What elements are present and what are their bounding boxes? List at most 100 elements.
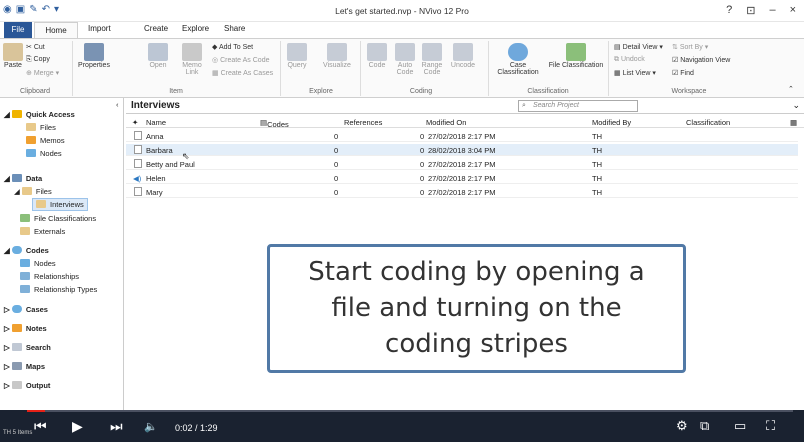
- caption-line: coding stripes: [385, 329, 568, 359]
- code-button[interactable]: Code: [366, 43, 388, 69]
- undock-button[interactable]: ⧉ Undock: [614, 56, 645, 64]
- tab-create[interactable]: Create: [144, 24, 168, 33]
- nav-quick-files[interactable]: Files: [26, 123, 56, 132]
- nav-maps[interactable]: ▷ Maps: [4, 362, 45, 371]
- file-classification-icon: [566, 43, 586, 61]
- tab-explore[interactable]: Explore: [182, 24, 209, 33]
- relationship-types-icon: [20, 285, 30, 293]
- nav-search[interactable]: ▷ Search: [4, 343, 51, 352]
- close-button[interactable]: ×: [790, 4, 796, 17]
- settings-icon[interactable]: ⚙: [676, 418, 688, 434]
- col-classification[interactable]: Classification: [686, 118, 730, 127]
- list-view-button[interactable]: ▦ List View ▾: [614, 69, 656, 77]
- next-icon[interactable]: ⏭: [110, 418, 123, 435]
- nav-codes[interactable]: ◢ Codes: [4, 246, 49, 255]
- nav-data-files[interactable]: ◢ Files: [14, 187, 52, 196]
- status-bar-text: TH 5 Items: [3, 430, 33, 436]
- col-codes[interactable]: ▤ Codes: [260, 118, 289, 129]
- uncode-icon: [453, 43, 473, 61]
- nav-cases[interactable]: ▷ Cases: [4, 305, 48, 314]
- progress-track[interactable]: [27, 410, 793, 412]
- clipboard-group-label: Clipboard: [20, 88, 50, 95]
- miniplayer-icon[interactable]: ⧉: [700, 418, 709, 434]
- nav-relationships[interactable]: Relationships: [20, 272, 79, 281]
- document-icon: [134, 187, 142, 196]
- previous-icon[interactable]: ⏮: [34, 418, 47, 435]
- codes-icon: [11, 246, 22, 254]
- nav-notes[interactable]: ▷ Notes: [4, 324, 47, 333]
- list-header: Interviews ⌕ Search Project ⌄: [126, 98, 804, 114]
- restore-ribbon-button[interactable]: ⊡: [746, 4, 755, 17]
- nav-quick-nodes[interactable]: Nodes: [26, 149, 62, 158]
- column-chooser-icon[interactable]: ▦: [790, 118, 797, 127]
- theater-mode-icon[interactable]: ▭: [734, 418, 746, 434]
- open-button[interactable]: Open: [148, 43, 168, 69]
- add-to-set-button[interactable]: ◆ Add To Set: [212, 43, 253, 51]
- item-group-label: Item: [169, 88, 183, 95]
- collapse-ribbon-icon[interactable]: ⌃: [788, 85, 794, 93]
- find-checkbox[interactable]: ☑ Find: [672, 69, 694, 77]
- auto-code-button[interactable]: Auto Code: [394, 43, 416, 76]
- progress-fill: [27, 410, 45, 412]
- navigation-view-checkbox[interactable]: ☑ Navigation View: [672, 56, 730, 64]
- col-name[interactable]: Name: [146, 118, 166, 127]
- nav-relationship-types[interactable]: Relationship Types: [20, 285, 97, 294]
- range-code-button[interactable]: Range Code: [420, 43, 444, 76]
- tab-import[interactable]: Import: [88, 24, 111, 33]
- tab-share[interactable]: Share: [224, 24, 245, 33]
- copy-button[interactable]: ⎘ Copy: [26, 56, 50, 64]
- query-button[interactable]: Query: [286, 43, 308, 69]
- nav-data[interactable]: ◢ Data: [4, 174, 42, 183]
- workspace-group-label: Workspace: [671, 88, 707, 95]
- table-row[interactable]: Barbara 0 0 28/02/2018 3:04 PM TH: [126, 144, 798, 156]
- minimize-button[interactable]: –: [769, 4, 775, 17]
- merge-button[interactable]: ⊕ Merge ▾: [26, 69, 59, 77]
- file-classification-button[interactable]: File Classification: [548, 43, 604, 69]
- memo-link-icon: [182, 43, 202, 61]
- create-as-code-button[interactable]: ◎ Create As Code: [212, 56, 269, 64]
- collapse-nav-icon[interactable]: ‹: [116, 100, 119, 109]
- tab-home[interactable]: Home: [34, 22, 78, 38]
- chevron-down-icon[interactable]: ⌄: [792, 100, 800, 111]
- file-classifications-icon: [20, 214, 30, 222]
- nav-interviews[interactable]: Interviews: [32, 198, 88, 211]
- col-modified-on[interactable]: Modified On: [426, 118, 466, 127]
- col-modified-by[interactable]: Modified By: [592, 118, 631, 127]
- uncode-button[interactable]: Uncode: [450, 43, 476, 69]
- search-project-input[interactable]: ⌕ Search Project: [518, 100, 638, 112]
- nav-quick-memos[interactable]: Memos: [26, 136, 65, 145]
- nav-output[interactable]: ▷ Output: [4, 381, 50, 390]
- properties-button[interactable]: Properties: [76, 43, 112, 69]
- create-as-cases-button[interactable]: ▦ Create As Cases: [212, 69, 273, 77]
- paste-button[interactable]: Paste: [2, 43, 24, 69]
- play-icon[interactable]: ▶: [72, 418, 83, 435]
- column-headers: ✦ Name ▤ Codes References Modified On Mo…: [126, 116, 804, 129]
- ribbon-separator: [72, 41, 73, 96]
- table-row[interactable]: Anna 0 0 27/02/2018 2:17 PM TH: [126, 130, 798, 142]
- detail-view-button[interactable]: ▤ Detail View ▾: [614, 43, 663, 51]
- visualize-button[interactable]: Visualize: [322, 43, 352, 69]
- nav-externals[interactable]: Externals: [20, 227, 65, 236]
- cases-icon: [11, 305, 22, 313]
- col-references[interactable]: References: [344, 118, 382, 127]
- nav-codes-nodes[interactable]: Nodes: [20, 259, 56, 268]
- cut-button[interactable]: ✂ Cut: [26, 43, 45, 51]
- table-row[interactable]: Betty and Paul 0 0 27/02/2018 2:17 PM TH: [126, 158, 798, 170]
- ribbon-tabs: File Home Import Create Explore Share: [0, 22, 804, 38]
- table-row[interactable]: ◀) Helen 0 0 27/02/2018 2:17 PM TH: [126, 172, 798, 184]
- volume-icon[interactable]: 🔈: [144, 420, 158, 433]
- nav-file-classifications[interactable]: File Classifications: [20, 214, 96, 223]
- table-row[interactable]: Mary 0 0 27/02/2018 2:17 PM TH: [126, 186, 798, 198]
- auto-code-icon: [395, 43, 415, 61]
- visualize-icon: [327, 43, 347, 61]
- tab-file[interactable]: File: [4, 22, 32, 38]
- help-button[interactable]: ?: [726, 4, 732, 17]
- nav-quick-access[interactable]: ◢ Quick Access: [4, 110, 75, 119]
- navigation-view: ‹ ◢ Quick Access Files Memos Nodes ◢ Dat…: [0, 98, 124, 410]
- sort-by-button[interactable]: ⇅ Sort By ▾: [672, 43, 708, 51]
- fullscreen-icon[interactable]: ⛶: [766, 418, 775, 434]
- memo-link-button[interactable]: Memo Link: [180, 43, 204, 76]
- document-icon: [134, 159, 142, 168]
- search-icon: [11, 343, 22, 351]
- case-classification-button[interactable]: Case Classification: [492, 43, 544, 76]
